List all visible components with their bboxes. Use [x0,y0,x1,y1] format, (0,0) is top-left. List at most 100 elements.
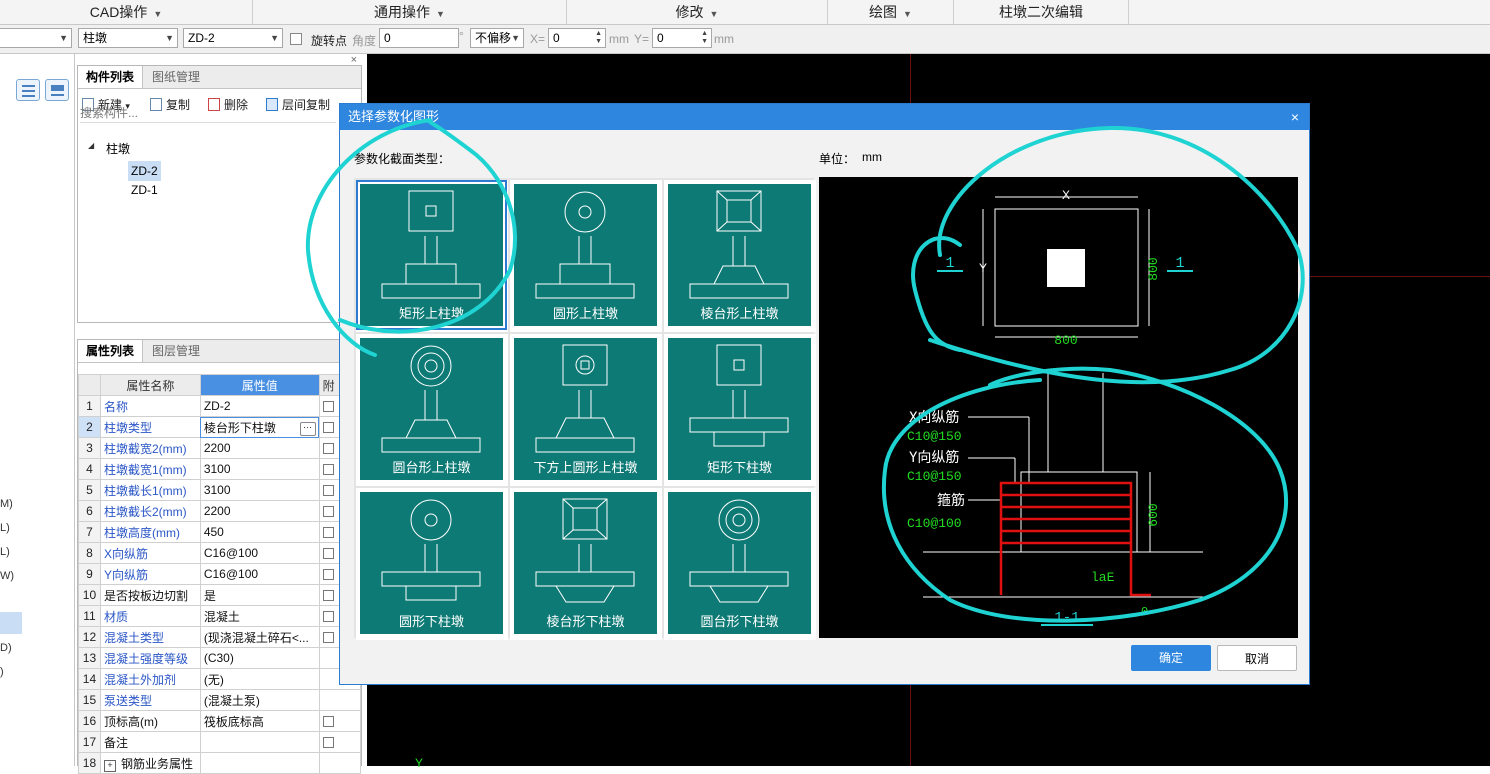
tree-root[interactable]: 柱墩 [106,140,130,157]
property-row[interactable]: 7 柱墩高度(mm) 450 [78,521,362,543]
property-value[interactable]: 450 [199,521,320,543]
nav-item[interactable]: M) [0,498,13,510]
lae-label: laE [1091,570,1115,585]
property-value[interactable]: 3100 [199,458,320,480]
nav-item[interactable]: L) [0,522,10,534]
tab-component-list[interactable]: 构件列表 [78,66,144,88]
more-options-button[interactable]: ··· [299,421,316,436]
property-value-editor[interactable]: ··· 棱台形下柱墩 [199,416,320,438]
close-icon[interactable]: × [1291,104,1299,130]
shape-option[interactable]: 棱台形下柱墩 [510,488,662,640]
property-row[interactable]: 11 材质 混凝土 [78,605,362,627]
property-value[interactable]: (现浇混凝土碎石<... [199,626,320,648]
attach-checkbox[interactable] [322,506,334,518]
property-value[interactable]: 筏板底标高 [199,710,320,732]
rotate-point-checkbox[interactable] [290,33,302,45]
tab-layer-manager[interactable]: 图层管理 [144,340,208,362]
attach-checkbox[interactable] [322,737,334,749]
property-value[interactable] [199,752,320,774]
menu-modify[interactable]: 修改 ▼ [567,0,828,24]
offset-mode-combo[interactable]: 不偏移 ▼ [470,28,524,48]
attach-checkbox[interactable] [322,401,334,413]
menu-cad-ops[interactable]: CAD操作 ▼ [0,0,253,24]
shape-option[interactable]: 矩形上柱墩 [356,180,508,332]
shape-option[interactable]: 圆台形上柱墩 [356,334,508,486]
attach-checkbox[interactable] [322,443,334,455]
property-row[interactable]: 13 混凝土强度等级 (C30) [78,647,362,669]
nav-item[interactable]: L) [0,546,10,558]
property-value[interactable]: ZD-2 [199,395,320,417]
layer-combo[interactable]: ▼ [0,28,72,48]
tree-item-zd2[interactable]: ZD-2 [128,161,161,181]
cancel-button[interactable]: 取消 [1217,645,1297,671]
nav-item-selected[interactable] [0,612,22,634]
attach-checkbox[interactable] [322,569,334,581]
shape-option[interactable]: 圆形上柱墩 [510,180,662,332]
property-value[interactable]: C16@100 [199,542,320,564]
property-name: 混凝土强度等级 [99,647,201,669]
nav-item[interactable]: D) [0,642,12,654]
attach-checkbox[interactable] [322,590,334,602]
dialog-title-bar[interactable]: 选择参数化图形 [340,104,1309,130]
shape-option[interactable]: 棱台形上柱墩 [664,180,816,332]
shape-option[interactable]: 下方上圆形上柱墩 [510,334,662,486]
dim-w-label: 800 [1054,333,1077,348]
nav-item[interactable]: ) [0,666,4,678]
menu-general-ops[interactable]: 通用操作 ▼ [253,0,567,24]
property-row[interactable]: 4 柱墩截宽1(mm) 3100 [78,458,362,480]
menu-pier-edit[interactable]: 柱墩二次编辑 [954,0,1129,24]
property-row[interactable]: 18 + 钢筋业务属性 [78,752,362,774]
property-value[interactable]: 是 [199,584,320,606]
property-row[interactable]: 9 Y向纵筋 C16@100 [78,563,362,585]
property-value[interactable] [199,731,320,753]
attach-checkbox[interactable] [322,716,334,728]
angle-input[interactable]: 0 [379,28,459,48]
property-row[interactable]: 17 备注 [78,731,362,753]
ok-button[interactable]: 确定 [1131,645,1211,671]
close-icon[interactable]: × [351,54,357,66]
property-row[interactable]: 1 名称 ZD-2 [78,395,362,417]
property-row[interactable]: 3 柱墩截宽2(mm) 2200 [78,437,362,459]
shape-option[interactable]: 矩形下柱墩 [664,334,816,486]
expand-icon[interactable]: ◢ [88,141,94,150]
tab-drawing-manager[interactable]: 图纸管理 [144,66,208,88]
property-value[interactable]: (混凝土泵) [199,689,320,711]
property-row[interactable]: 15 泵送类型 (混凝土泵) [78,689,362,711]
menu-draw[interactable]: 绘图 ▼ [828,0,954,24]
attach-checkbox[interactable] [322,632,334,644]
tree-item-zd1[interactable]: ZD-1 [131,183,158,197]
attach-checkbox[interactable] [322,548,334,560]
shape-option[interactable]: 圆台形下柱墩 [664,488,816,640]
property-row[interactable]: 16 顶标高(m) 筏板底标高 [78,710,362,732]
property-value[interactable]: 混凝土 [199,605,320,627]
attach-checkbox[interactable] [322,422,334,434]
property-row[interactable]: 10 是否按板边切割是 [78,584,362,606]
property-value[interactable]: 3100 [199,479,320,501]
property-row[interactable]: 2 柱墩类型 ··· 棱台形下柱墩 [78,416,362,438]
property-row[interactable]: 5 柱墩截长1(mm) 3100 [78,479,362,501]
tab-property-list[interactable]: 属性列表 [78,340,144,362]
property-value[interactable]: 2200 [199,500,320,522]
attach-checkbox[interactable] [322,485,334,497]
property-value[interactable]: C16@100 [199,563,320,585]
list-view-icon[interactable] [16,79,40,101]
attach-checkbox[interactable] [322,527,334,539]
name-combo[interactable]: ZD-2 ▼ [183,28,283,48]
property-value[interactable]: (C30) [199,647,320,669]
component-search-input[interactable]: 搜索构件... [80,104,336,123]
y-offset-input[interactable]: 0 ▲ ▼ [652,28,712,48]
x-offset-input[interactable]: 0 ▲ ▼ [548,28,606,48]
grid-view-icon[interactable] [45,79,69,101]
property-row[interactable]: 14 混凝土外加剂 (无) [78,668,362,690]
shape-option[interactable]: 圆形下柱墩 [356,488,508,640]
property-value[interactable]: (无) [199,668,320,690]
nav-item[interactable]: W) [0,570,14,582]
property-row[interactable]: 6 柱墩截长2(mm) 2200 [78,500,362,522]
property-value[interactable]: 2200 [199,437,320,459]
attach-checkbox[interactable] [322,611,334,623]
type-combo[interactable]: 柱墩 ▼ [78,28,178,48]
property-row[interactable]: 12 混凝土类型 (现浇混凝土碎石<... [78,626,362,648]
shape-grid: 矩形上柱墩 圆形上柱墩 棱台形上柱墩圆台形上柱墩 下方上圆形上柱墩 矩形下柱墩圆形下柱墩… [354,178,816,640]
attach-checkbox[interactable] [322,464,334,476]
property-row[interactable]: 8 X向纵筋 C16@100 [78,542,362,564]
